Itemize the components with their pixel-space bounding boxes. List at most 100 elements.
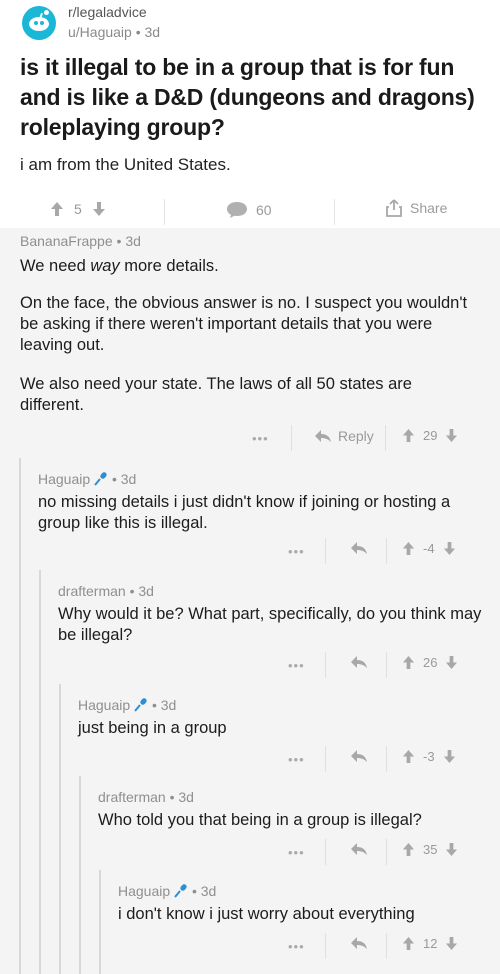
- comment: Haguaip • 3d i don't know i just worry a…: [100, 870, 500, 974]
- reply-button[interactable]: [350, 541, 368, 555]
- share-label: Share: [410, 200, 448, 216]
- meta-separator: •: [151, 697, 157, 713]
- downvote-icon[interactable]: [92, 201, 106, 217]
- reply-arrow-icon: [351, 843, 367, 855]
- comment-meta: drafterman • 3d: [98, 789, 194, 805]
- comment-score: 35: [423, 842, 438, 857]
- more-options-icon[interactable]: •••: [288, 939, 305, 954]
- comment-meta: Haguaip • 3d: [38, 471, 136, 487]
- comment: Haguaip • 3d no missing details i just d…: [20, 458, 500, 568]
- comment-meta: Haguaip • 3d: [118, 883, 216, 899]
- upvote-icon[interactable]: [402, 655, 415, 670]
- downvote-icon[interactable]: [445, 842, 458, 857]
- subreddit-avatar-icon[interactable]: [22, 6, 56, 40]
- share-button[interactable]: Share: [386, 199, 447, 217]
- comment-action-bar: ••• 12: [100, 933, 500, 959]
- comment-author[interactable]: Haguaip: [38, 471, 90, 487]
- downvote-icon[interactable]: [443, 749, 456, 764]
- comment-vote-control: 35: [402, 842, 458, 857]
- upvote-icon[interactable]: [402, 428, 415, 443]
- reply-arrow-icon: [315, 430, 331, 442]
- microphone-flair-icon: [174, 884, 187, 898]
- comment-age: 3d: [200, 883, 217, 899]
- share-icon: [386, 199, 402, 217]
- comment-body: Who told you that being in a group is il…: [98, 811, 422, 829]
- reply-arrow-icon: [351, 937, 367, 949]
- comments-button[interactable]: 60: [226, 201, 272, 219]
- post-score: 5: [74, 201, 82, 217]
- post-author-meta[interactable]: u/Haguaip • 3d: [68, 24, 160, 40]
- meta-separator: •: [129, 583, 135, 599]
- comment-score: 12: [423, 936, 438, 951]
- comment-score: -4: [423, 541, 435, 556]
- downvote-icon[interactable]: [445, 936, 458, 951]
- comment-body: just being in a group: [78, 719, 227, 737]
- comment-age: 3d: [125, 233, 141, 249]
- upvote-icon[interactable]: [50, 201, 64, 217]
- comment-age: 3d: [138, 583, 154, 599]
- comment-body-paragraph: We also need your state. The laws of all…: [20, 375, 412, 414]
- comment-score: 26: [423, 655, 438, 670]
- comment-author[interactable]: drafterman: [58, 583, 126, 599]
- reply-button[interactable]: Reply: [314, 428, 374, 444]
- comment-author[interactable]: drafterman: [98, 789, 166, 805]
- more-options-icon[interactable]: •••: [288, 845, 305, 860]
- comment-bubble-icon: [226, 201, 248, 219]
- downvote-icon[interactable]: [445, 428, 458, 443]
- post-body: i am from the United States.: [20, 155, 231, 174]
- comment-age: 3d: [178, 789, 194, 805]
- comment-vote-control: 29: [402, 428, 458, 443]
- meta-separator: •: [116, 233, 122, 249]
- upvote-icon[interactable]: [402, 842, 415, 857]
- comment-meta: drafterman • 3d: [58, 583, 154, 599]
- reply-button[interactable]: [350, 842, 368, 856]
- comment-body: Why would it be? What part, specifically…: [58, 605, 482, 644]
- upvote-icon[interactable]: [402, 936, 415, 951]
- comment-author[interactable]: BananaFrappe: [20, 233, 113, 249]
- comment: drafterman • 3d Why would it be? What pa…: [40, 570, 500, 682]
- comment-vote-control: -3: [402, 749, 456, 764]
- post-title: is it illegal to be in a group that is f…: [20, 54, 475, 140]
- reply-button[interactable]: [350, 655, 368, 669]
- meta-separator: •: [169, 789, 175, 805]
- divider: [164, 199, 165, 225]
- comment: Haguaip • 3d just being in a group ••• -…: [60, 684, 500, 774]
- comment-author[interactable]: Haguaip: [118, 883, 170, 899]
- reply-label: Reply: [338, 428, 374, 444]
- comment-score: -3: [423, 749, 435, 764]
- more-options-icon[interactable]: •••: [252, 431, 269, 446]
- comment-vote-control: 12: [402, 936, 458, 951]
- post-action-bar: 5 60 Share: [0, 197, 500, 227]
- microphone-flair-icon: [94, 472, 107, 486]
- comment-score: 29: [423, 428, 438, 443]
- downvote-icon[interactable]: [445, 655, 458, 670]
- upvote-icon[interactable]: [402, 749, 415, 764]
- comment: drafterman • 3d Who told you that being …: [80, 776, 500, 868]
- comment-action-bar: ••• -3: [60, 746, 500, 772]
- comment-action-bar: ••• 35: [80, 839, 500, 865]
- meta-separator: •: [191, 883, 197, 899]
- downvote-icon[interactable]: [443, 541, 456, 556]
- comment-count: 60: [256, 202, 272, 218]
- upvote-icon[interactable]: [402, 541, 415, 556]
- microphone-flair-icon: [134, 698, 147, 712]
- meta-separator: •: [111, 471, 117, 487]
- comment: BananaFrappe • 3d We need way more detai…: [0, 228, 500, 456]
- subreddit-name[interactable]: r/legaladvice: [68, 4, 147, 20]
- reply-arrow-icon: [351, 656, 367, 668]
- reply-button[interactable]: [350, 936, 368, 950]
- comment-age: 3d: [120, 471, 137, 487]
- comment-age: 3d: [160, 697, 177, 713]
- more-options-icon[interactable]: •••: [288, 658, 305, 673]
- comment-meta: BananaFrappe • 3d: [20, 233, 141, 249]
- more-options-icon[interactable]: •••: [288, 752, 305, 767]
- divider: [334, 199, 335, 225]
- comment-action-bar: ••• 26: [40, 652, 500, 678]
- comment-author[interactable]: Haguaip: [78, 697, 130, 713]
- comment-body: no missing details i just didn't know if…: [38, 493, 451, 532]
- reply-button[interactable]: [350, 749, 368, 763]
- comment-action-bar: ••• Reply 29: [0, 425, 500, 451]
- more-options-icon[interactable]: •••: [288, 544, 305, 559]
- reply-arrow-icon: [351, 542, 367, 554]
- comment-thread: BananaFrappe • 3d We need way more detai…: [0, 228, 500, 974]
